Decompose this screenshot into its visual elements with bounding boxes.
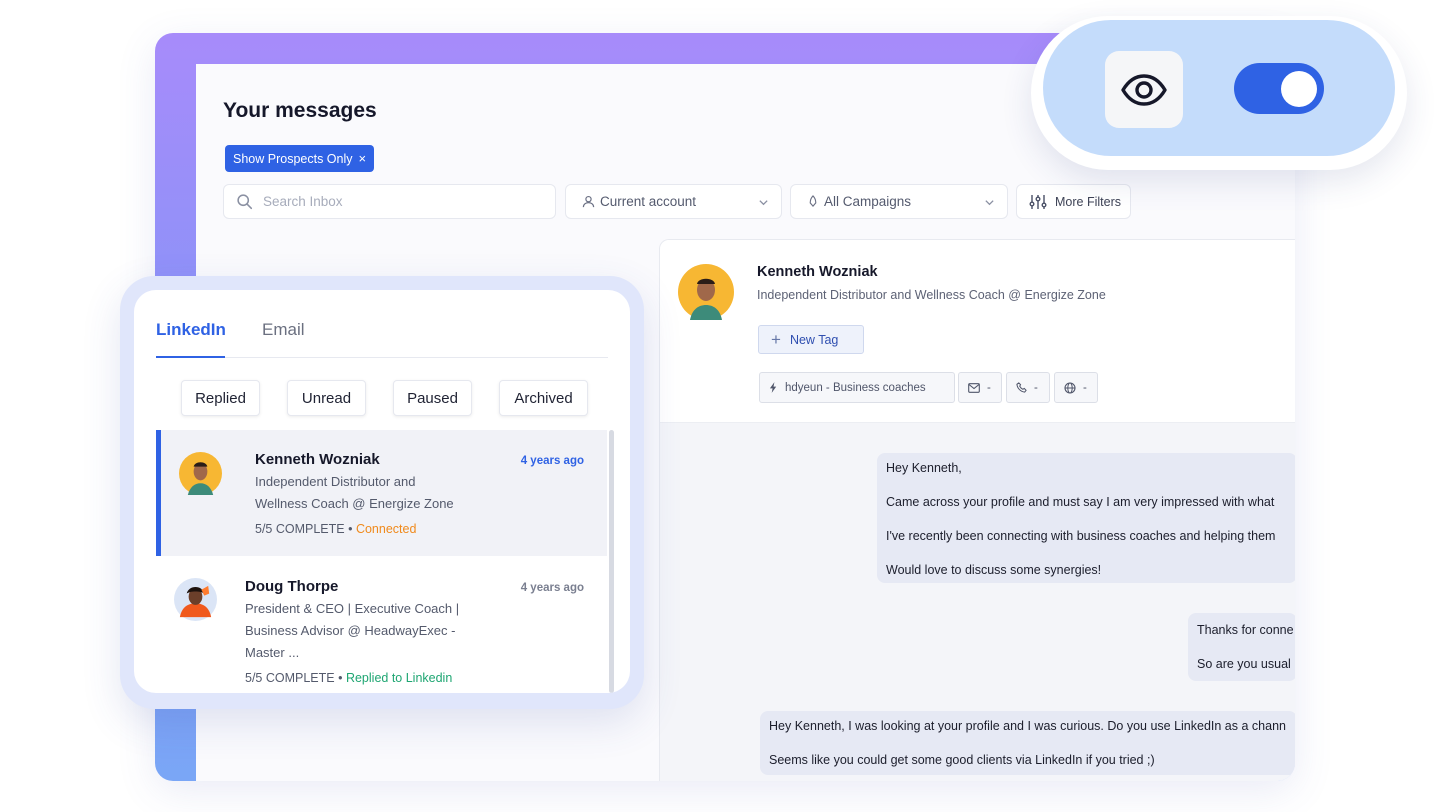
email-pill-value: -: [987, 381, 991, 394]
inbox-panel: LinkedIn Email Replied Unread Paused Arc…: [134, 290, 630, 693]
progress-text: 5/5 COMPLETE: [255, 522, 345, 536]
filter-archived[interactable]: Archived: [499, 380, 588, 416]
rocket-icon: [809, 195, 817, 207]
message-bubble: Thanks for conne So are you usual: [1188, 613, 1295, 681]
contact-name: Kenneth Wozniak: [255, 451, 380, 468]
phone-pill-value: -: [1034, 381, 1038, 394]
conversation-item[interactable]: Doug Thorpe 4 years ago President & CEO …: [156, 556, 607, 693]
avatar: [179, 452, 222, 495]
phone-pill[interactable]: -: [1006, 372, 1050, 403]
conversation-panel: Kenneth Wozniak Independent Distributor …: [659, 239, 1295, 781]
headline-line: Master ...: [245, 645, 300, 660]
status-badge: Connected: [355, 522, 417, 536]
status-separator: •: [334, 671, 346, 685]
sequence-status: 5/5 COMPLETE • Connected: [255, 522, 416, 536]
campaign-pill[interactable]: hdyeun - Business coaches: [759, 372, 955, 403]
filter-unread[interactable]: Unread: [287, 380, 366, 416]
more-filters-label: More Filters: [1055, 194, 1121, 209]
sliders-icon: [1029, 194, 1047, 209]
user-icon: [582, 195, 595, 208]
message-line: Would love to discuss some synergies!: [886, 563, 1102, 577]
search-placeholder: Search Inbox: [263, 194, 343, 209]
status-badge: Replied to Linkedin: [345, 671, 453, 685]
profile-header: Kenneth Wozniak Independent Distributor …: [660, 240, 1295, 423]
inbox-card: LinkedIn Email Replied Unread Paused Arc…: [120, 276, 644, 709]
scrollbar[interactable]: [609, 430, 614, 693]
page-title: Your messages: [223, 99, 377, 122]
message-line: Seems like you could get some good clien…: [769, 753, 1155, 767]
headline-line: President & CEO | Executive Coach |: [245, 601, 460, 616]
toggle-switch[interactable]: [1234, 63, 1324, 114]
message-bubble: Hey Kenneth, Came across your profile an…: [877, 453, 1295, 583]
campaigns-dropdown[interactable]: All Campaigns: [790, 184, 1008, 219]
headline-line: Independent Distributor and: [255, 474, 416, 489]
close-icon[interactable]: ×: [359, 151, 367, 166]
message-line: Came across your profile and must say I …: [886, 495, 1275, 509]
message-line: Hey Kenneth,: [886, 461, 962, 475]
message-bubble: Hey Kenneth, I was looking at your profi…: [760, 711, 1295, 775]
globe-icon: [1064, 381, 1076, 394]
search-input[interactable]: Search Inbox: [223, 184, 556, 219]
new-tag-label: New Tag: [789, 332, 839, 347]
campaigns-label: All Campaigns: [824, 194, 912, 209]
message-line: So are you usual: [1197, 657, 1291, 671]
account-dropdown[interactable]: Current account: [565, 184, 782, 219]
conversation-list: Kenneth Wozniak 4 years ago Independent …: [156, 430, 614, 693]
avatar: [174, 578, 217, 621]
status-separator: •: [344, 522, 356, 536]
timestamp: 4 years ago: [520, 582, 584, 594]
chevron-down-icon: [759, 200, 768, 206]
email-pill[interactable]: -: [958, 372, 1002, 403]
tab-linkedin[interactable]: LinkedIn: [156, 320, 226, 358]
profile-name: Kenneth Wozniak: [757, 264, 878, 280]
conversation-item[interactable]: Kenneth Wozniak 4 years ago Independent …: [156, 430, 607, 556]
channel-tabs: LinkedIn Email: [156, 320, 608, 358]
timestamp: 4 years ago: [520, 455, 584, 467]
headline-line: Business Advisor @ HeadwayExec -: [245, 623, 456, 638]
eye-button[interactable]: [1105, 51, 1183, 128]
message-line: I've recently been connecting with busin…: [886, 529, 1276, 543]
contact-name: Doug Thorpe: [245, 578, 339, 595]
website-pill[interactable]: -: [1054, 372, 1098, 403]
profile-title: Independent Distributor and Wellness Coa…: [757, 288, 1106, 302]
tab-email[interactable]: Email: [262, 320, 305, 358]
plus-icon: +: [771, 330, 781, 349]
contact-headline: President & CEO | Executive Coach | Busi…: [245, 598, 459, 664]
visibility-toggle-card: [1031, 16, 1407, 170]
campaign-pill-label: hdyeun - Business coaches: [785, 381, 926, 394]
filter-paused[interactable]: Paused: [393, 380, 472, 416]
headline-line: Wellness Coach @ Energize Zone: [255, 496, 454, 511]
message-line: Hey Kenneth, I was looking at your profi…: [769, 719, 1286, 733]
search-icon: [237, 194, 253, 210]
sequence-status: 5/5 COMPLETE • Replied to Linkedin: [245, 671, 452, 685]
chip-label: Show Prospects Only: [233, 151, 353, 166]
bolt-icon: [769, 382, 777, 393]
filter-replied[interactable]: Replied: [181, 380, 260, 416]
contact-headline: Independent Distributor and Wellness Coa…: [255, 471, 454, 515]
phone-icon: [1016, 382, 1027, 393]
mail-icon: [968, 382, 980, 393]
show-prospects-chip[interactable]: Show Prospects Only ×: [225, 145, 375, 172]
website-pill-value: -: [1083, 381, 1087, 394]
chevron-down-icon: [985, 200, 994, 206]
toggle-panel: [1043, 20, 1395, 156]
eye-icon: [1121, 73, 1167, 106]
toggle-knob[interactable]: [1281, 71, 1317, 107]
progress-text: 5/5 COMPLETE: [245, 671, 335, 685]
more-filters-button[interactable]: More Filters: [1016, 184, 1131, 219]
avatar: [678, 264, 734, 320]
message-line: Thanks for conne: [1197, 623, 1294, 637]
new-tag-button[interactable]: + New Tag: [758, 325, 864, 354]
account-label: Current account: [600, 194, 697, 209]
